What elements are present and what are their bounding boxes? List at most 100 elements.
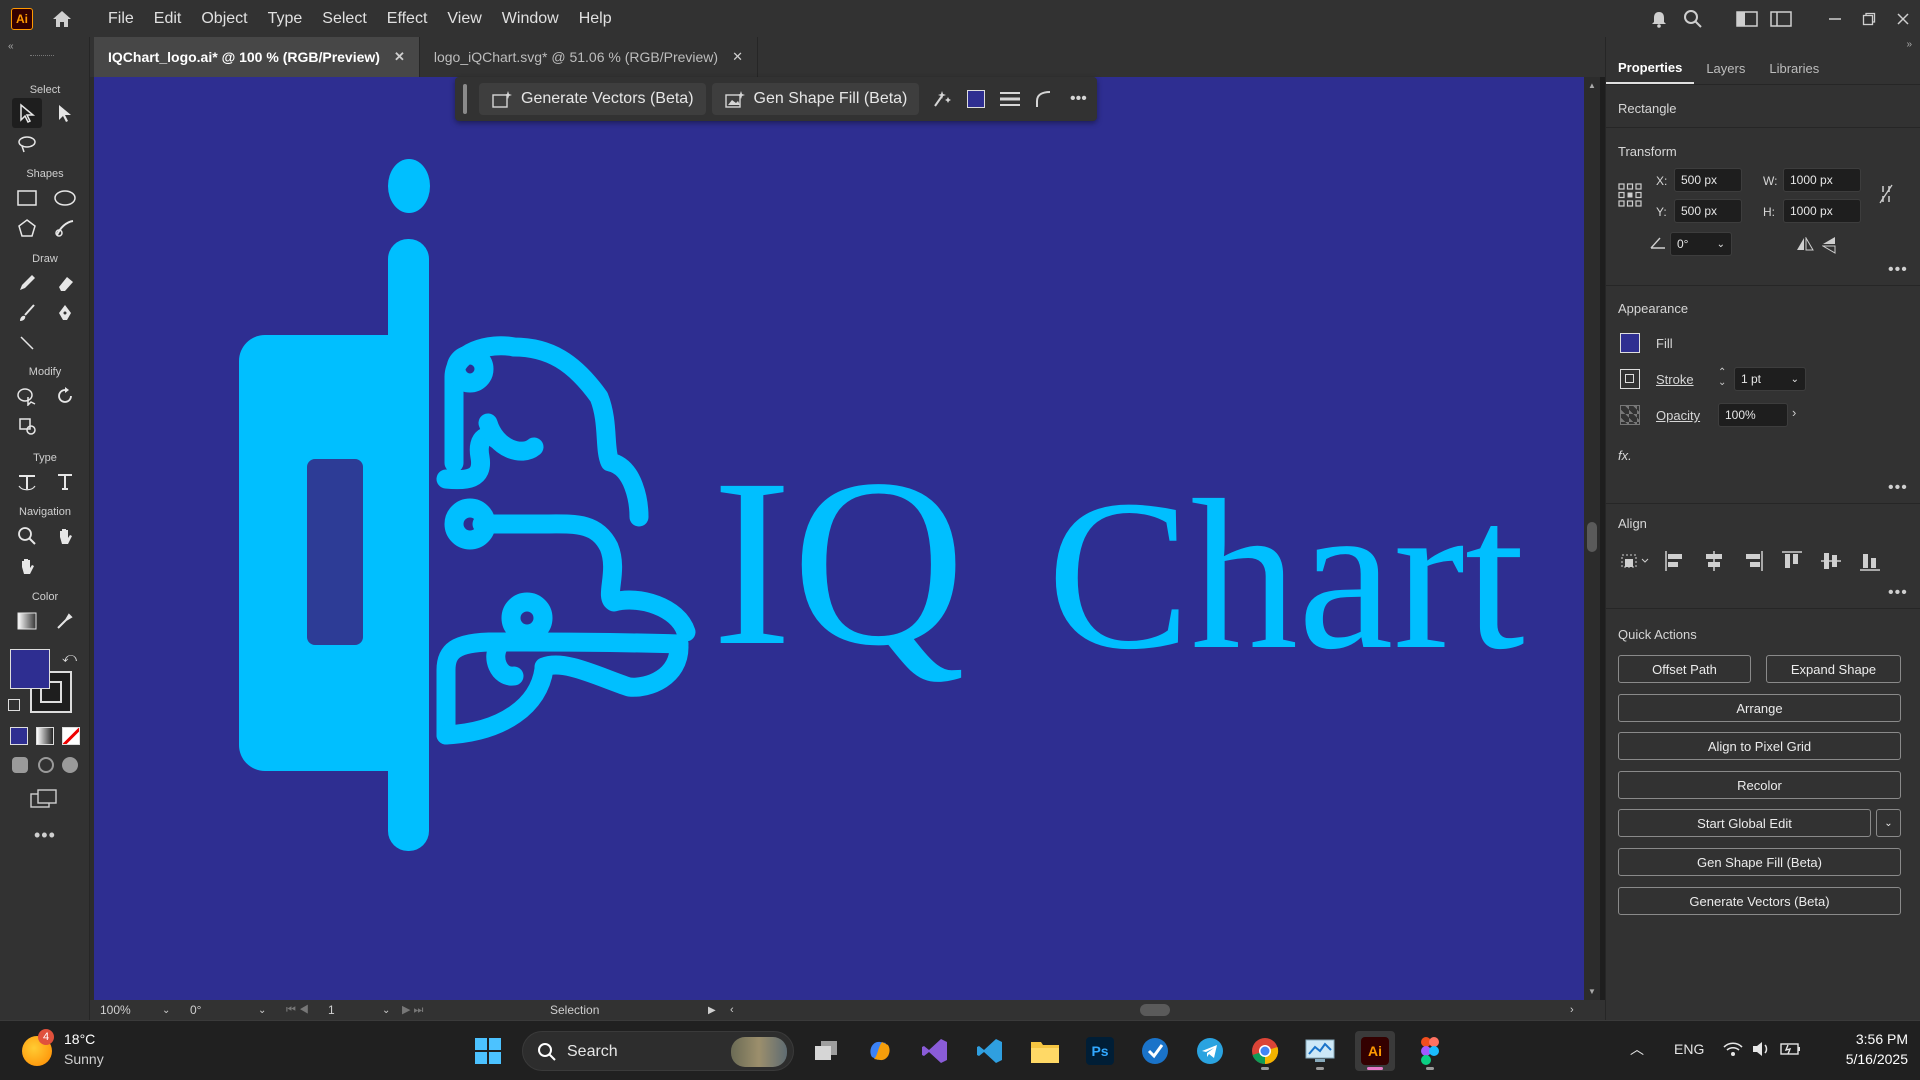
shaper-tool-icon[interactable] (50, 213, 80, 243)
menu-help[interactable]: Help (569, 10, 622, 28)
tab-properties[interactable]: Properties (1606, 53, 1695, 84)
checkmark-app-icon[interactable] (1135, 1031, 1175, 1071)
restore-icon[interactable] (1852, 0, 1886, 37)
stroke-weight-icon[interactable] (993, 83, 1027, 115)
draw-normal-icon[interactable] (12, 757, 28, 773)
home-icon[interactable] (48, 5, 76, 33)
appearance-more-icon[interactable]: ••• (1888, 479, 1908, 497)
gen-shape-fill-button[interactable]: Gen Shape Fill (Beta) (711, 83, 920, 115)
wifi-icon[interactable] (1723, 1041, 1743, 1060)
artboard-number-field[interactable]: 1 (328, 1002, 368, 1018)
none-mode-icon[interactable] (62, 727, 80, 745)
canvas-area[interactable]: IQ Chart ▲ ▼ (90, 77, 1600, 1000)
type-tool-icon[interactable] (50, 467, 80, 497)
visual-studio-icon[interactable] (915, 1031, 955, 1071)
stroke-label[interactable]: Stroke (1656, 372, 1694, 387)
panel-grip[interactable] (30, 55, 54, 58)
draw-inside-icon[interactable] (62, 757, 78, 773)
screen-mode-icon[interactable] (30, 789, 58, 809)
stroke-weight-input[interactable]: 1 pt ⌄ (1734, 367, 1806, 391)
fx-icon[interactable]: fx. (1618, 448, 1632, 463)
chevron-down-icon[interactable]: ⌄ (258, 1002, 266, 1018)
height-input[interactable]: 1000 px (1783, 199, 1861, 223)
scroll-right-icon[interactable]: › (1570, 1002, 1574, 1018)
reference-point-icon[interactable] (1618, 183, 1642, 207)
telegram-icon[interactable] (1190, 1031, 1230, 1071)
tab-layers[interactable]: Layers (1694, 53, 1757, 84)
fill-color-swatch[interactable] (10, 649, 50, 689)
align-vertical-center-icon[interactable] (1820, 550, 1842, 575)
file-explorer-icon[interactable] (1025, 1031, 1065, 1071)
copilot-icon[interactable] (860, 1031, 900, 1071)
menu-select[interactable]: Select (312, 10, 376, 28)
menu-object[interactable]: Object (191, 10, 257, 28)
next-artboard-icon[interactable]: ▶ ⏭ (402, 1002, 423, 1018)
vertical-scrollbar[interactable]: ▲ ▼ (1584, 77, 1600, 1000)
offset-path-button[interactable]: Offset Path (1618, 655, 1751, 683)
tab-logo-iqchart-svg[interactable]: logo_iQChart.svg* @ 51.06 % (RGB/Preview… (420, 37, 758, 77)
chrome-icon[interactable] (1245, 1031, 1285, 1071)
gradient-mode-icon[interactable] (36, 727, 54, 745)
arrange-button[interactable]: Arrange (1618, 694, 1901, 722)
weather-temp[interactable]: 18°C (64, 1031, 95, 1047)
polygon-tool-icon[interactable] (12, 213, 42, 243)
vscode-icon[interactable] (970, 1031, 1010, 1071)
stroke-stepper-icon[interactable]: ⌃ ⌄ (1718, 368, 1726, 388)
gradient-tool-icon[interactable] (12, 606, 42, 636)
line-segment-tool-icon[interactable] (12, 328, 42, 358)
close-icon[interactable]: ✕ (394, 49, 405, 65)
status-menu-icon[interactable]: ▶ (708, 1002, 716, 1018)
battery-icon[interactable] (1780, 1041, 1802, 1060)
align-to-pixel-grid-button[interactable]: Align to Pixel Grid (1618, 732, 1901, 760)
task-view-icon[interactable] (806, 1031, 846, 1071)
generate-vectors-button[interactable]: Generate Vectors (Beta) (479, 83, 706, 115)
taskbar-search-box[interactable]: Search (522, 1031, 794, 1071)
align-top-icon[interactable] (1781, 550, 1803, 575)
clock-date[interactable]: 5/16/2025 (1822, 1051, 1908, 1067)
chevron-down-icon[interactable]: ⌄ (382, 1002, 390, 1018)
bell-icon[interactable] (1642, 0, 1676, 37)
workspace-icon[interactable] (1730, 0, 1764, 37)
close-icon[interactable]: ✕ (732, 49, 743, 65)
zoom-tool-icon[interactable] (12, 521, 42, 551)
menu-type[interactable]: Type (258, 10, 313, 28)
free-transform-tool-icon[interactable] (12, 411, 42, 441)
align-right-icon[interactable] (1742, 550, 1764, 575)
language-indicator[interactable]: ENG (1674, 1041, 1704, 1057)
corner-radius-icon[interactable] (1027, 83, 1061, 115)
rotation-angle-input[interactable]: 0° ⌄ (1670, 232, 1732, 256)
monitor-chart-icon[interactable] (1300, 1031, 1340, 1071)
rotate-tool-icon[interactable] (50, 381, 80, 411)
draw-behind-icon[interactable] (38, 757, 54, 773)
align-bottom-icon[interactable] (1859, 550, 1881, 575)
menu-file[interactable]: File (98, 10, 144, 28)
gen-shape-fill-panel-button[interactable]: Gen Shape Fill (Beta) (1618, 848, 1901, 876)
opacity-arrow-icon[interactable]: › (1792, 405, 1796, 420)
illustrator-taskbar-icon[interactable]: Ai (1355, 1031, 1395, 1071)
clock-time[interactable]: 3:56 PM (1822, 1031, 1908, 1047)
chevron-down-icon[interactable]: ⌄ (1717, 239, 1725, 250)
figma-icon[interactable] (1410, 1031, 1450, 1071)
flip-vertical-icon[interactable] (1821, 236, 1836, 257)
global-edit-options-chevron-icon[interactable]: ⌄ (1876, 809, 1901, 837)
logo-artwork[interactable]: IQ Chart (94, 77, 1584, 1000)
pen-tool-icon[interactable] (50, 298, 80, 328)
minimize-icon[interactable] (1818, 0, 1852, 37)
rectangle-tool-icon[interactable] (12, 183, 42, 213)
menu-view[interactable]: View (437, 10, 491, 28)
horizontal-scrollbar-thumb[interactable] (1140, 1004, 1170, 1016)
menu-edit[interactable]: Edit (144, 10, 192, 28)
opacity-input[interactable]: 100% (1718, 403, 1788, 427)
align-horizontal-center-icon[interactable] (1703, 550, 1725, 575)
align-to-selection-icon[interactable] (1620, 551, 1652, 574)
type-on-path-tool-icon[interactable] (12, 467, 42, 497)
pencil-tool-icon[interactable] (12, 268, 42, 298)
flip-horizontal-icon[interactable] (1796, 236, 1814, 254)
stroke-swatch[interactable] (1620, 369, 1640, 389)
collapse-chevron-icon[interactable]: « (8, 41, 14, 52)
task-bar-grip[interactable] (463, 84, 467, 114)
selection-tool-icon[interactable] (12, 98, 42, 128)
recolor-icon[interactable] (925, 83, 959, 115)
weather-desc[interactable]: Sunny (64, 1051, 104, 1067)
menu-window[interactable]: Window (492, 10, 569, 28)
